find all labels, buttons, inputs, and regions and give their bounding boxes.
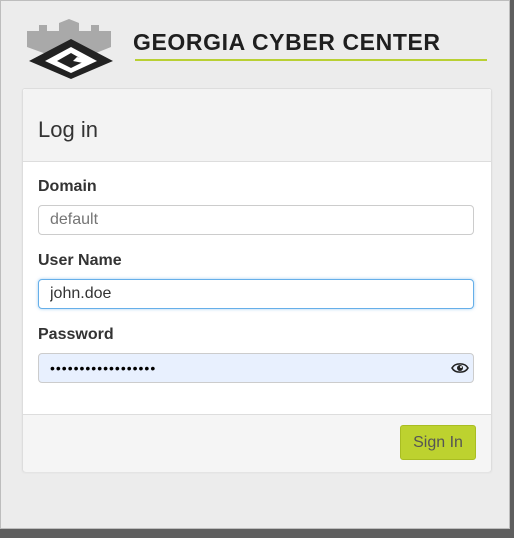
password-label: Password	[38, 326, 114, 343]
login-panel: Log in Domain User Name Password Sign In	[22, 88, 492, 472]
login-form: Domain User Name Password	[23, 162, 491, 414]
eye-icon[interactable]	[451, 361, 469, 375]
castle-g-logo-icon	[27, 19, 113, 79]
logo-wordmark: GEORGIA CYBER CENTER	[133, 29, 441, 55]
domain-label: Domain	[38, 178, 97, 195]
sign-in-button[interactable]: Sign In	[400, 425, 476, 460]
panel-header: Log in	[23, 89, 491, 162]
password-field[interactable]	[38, 353, 474, 383]
login-page: GEORGIA CYBER CENTER Log in Domain User …	[0, 0, 510, 529]
username-field[interactable]	[38, 279, 474, 309]
panel-footer: Sign In	[23, 414, 491, 472]
georgia-cyber-center-logo: GEORGIA CYBER CENTER	[25, 17, 491, 81]
domain-field[interactable]	[38, 205, 474, 235]
page-title: Log in	[38, 117, 98, 142]
logo-underline	[135, 59, 487, 61]
username-label: User Name	[38, 252, 122, 269]
